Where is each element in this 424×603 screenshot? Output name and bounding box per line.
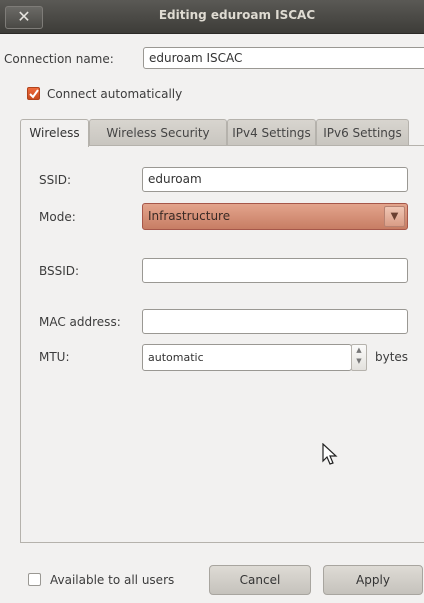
mouse-pointer-icon [322,443,338,465]
check-icon [29,89,39,99]
mode-dropdown[interactable]: Infrastructure ▼ [142,203,408,230]
mode-value: Infrastructure [148,209,231,223]
mac-address-field[interactable] [142,309,408,334]
bssid-field[interactable] [142,258,408,283]
bssid-label: BSSID: [39,264,80,278]
mtu-label: MTU: [39,350,70,364]
tab-ipv6-settings[interactable]: IPv6 Settings [316,119,409,146]
spinner-arrows-icon[interactable]: ▲ ▼ [351,344,367,371]
mtu-unit-label: bytes [375,350,409,364]
chevron-down-icon: ▼ [384,206,405,227]
tab-wireless[interactable]: Wireless [20,119,89,147]
tab-wireless-security[interactable]: Wireless Security [89,119,227,146]
connection-name-label: Connection name: [4,52,114,66]
cancel-button[interactable]: Cancel [209,565,311,595]
apply-button[interactable]: Apply [323,565,423,595]
mode-label: Mode: [39,210,76,224]
connect-automatically-checkbox[interactable] [27,87,40,100]
available-to-all-users-label: Available to all users [50,573,175,587]
close-icon[interactable]: ✕ [5,6,43,29]
ssid-label: SSID: [39,173,72,187]
connect-automatically-label: Connect automatically [47,87,183,101]
tab-ipv4-settings[interactable]: IPv4 Settings [227,119,316,146]
mtu-field[interactable]: automatic [142,344,352,371]
title-bar: ✕ Editing eduroam ISCAC [0,0,424,34]
connection-name-field[interactable]: eduroam ISCAC [143,47,424,69]
ssid-field[interactable]: eduroam [142,167,408,192]
mac-address-label: MAC address: [39,315,121,329]
available-to-all-users-checkbox[interactable] [28,573,41,586]
window-title: Editing eduroam ISCAC [158,8,316,22]
